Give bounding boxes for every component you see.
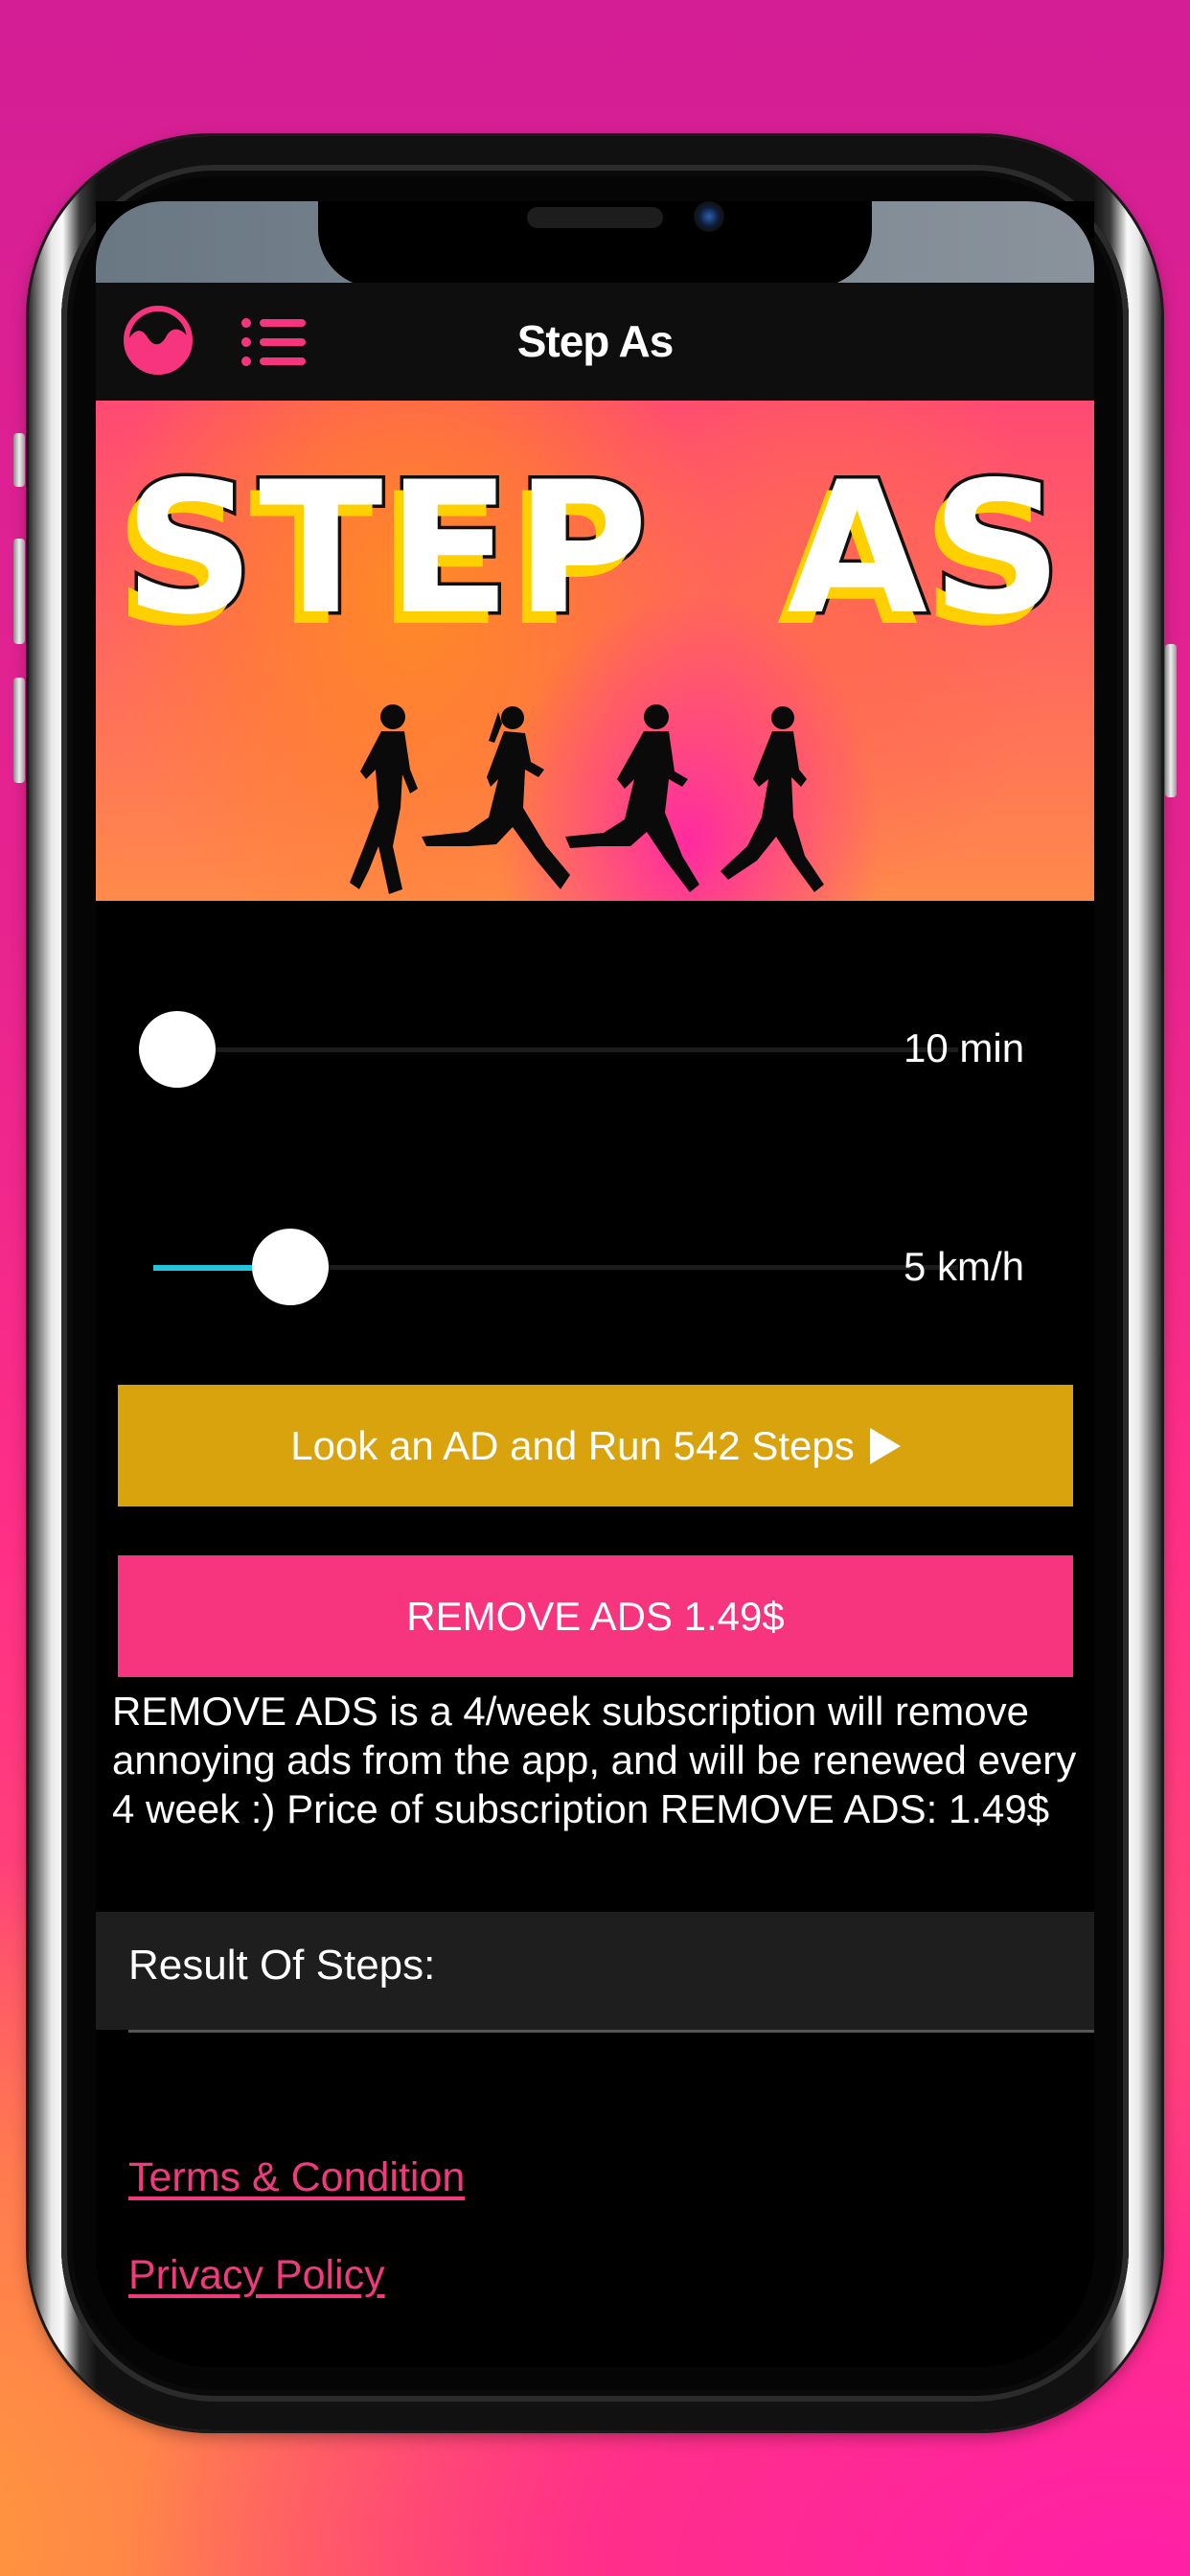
terms-link[interactable]: Terms & Condition — [128, 2154, 465, 2201]
hero-banner: STEP AS — [96, 401, 1094, 901]
app-screen: Step As STEP AS 10 min 5 km/h Look an AD… — [96, 201, 1094, 2367]
duration-value: 10 min — [904, 1025, 1025, 1070]
remove-ads-button[interactable]: REMOVE ADS 1.49$ — [118, 1555, 1073, 1677]
banner-title: STEP AS — [121, 443, 1066, 655]
slider-track[interactable] — [153, 1047, 958, 1052]
app-header: Step As — [96, 283, 1094, 401]
subscription-description: REMOVE ADS is a 4/week subscription will… — [112, 1689, 1077, 1831]
remove-ads-button-label: REMOVE ADS 1.49$ — [406, 1594, 785, 1639]
mute-switch — [13, 433, 25, 487]
runners-silhouette-icon — [350, 704, 824, 894]
speed-value: 5 km/h — [904, 1244, 1025, 1289]
volume-down-button — [13, 678, 25, 783]
slider-thumb[interactable] — [251, 1229, 329, 1305]
volume-up-button — [13, 539, 25, 644]
watch-ad-button-label: Look an AD and Run 542 Steps — [290, 1423, 855, 1468]
app-title: Step As — [516, 316, 675, 366]
speaker-grille — [527, 207, 663, 228]
result-underline — [128, 2030, 1094, 2033]
duration-slider[interactable] — [139, 1011, 958, 1088]
result-label: Result Of Steps: — [128, 1942, 436, 1989]
play-icon — [869, 1427, 901, 1464]
notch — [318, 201, 872, 288]
front-camera — [694, 201, 724, 232]
privacy-link[interactable]: Privacy Policy — [128, 2252, 385, 2299]
power-button — [1165, 644, 1177, 797]
watch-ad-run-button[interactable]: Look an AD and Run 542 Steps — [118, 1385, 1073, 1506]
speed-slider[interactable] — [153, 1229, 958, 1305]
result-field[interactable]: Result Of Steps: — [96, 1912, 1094, 2030]
slider-thumb[interactable] — [139, 1011, 217, 1088]
